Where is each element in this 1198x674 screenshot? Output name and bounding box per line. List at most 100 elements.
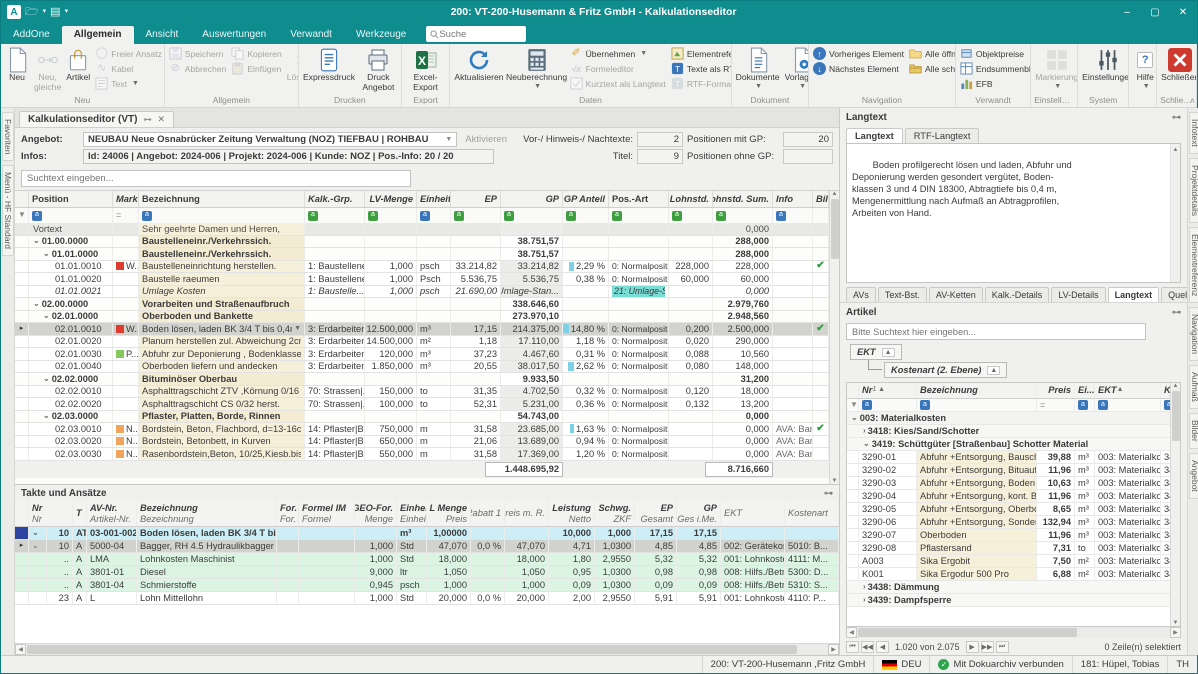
cell-gp[interactable]: 4.467,60 [501, 348, 563, 360]
takte-row[interactable]: ..ALMALohnkosten Maschinist1,000Std18,00… [15, 553, 839, 566]
takte-cell-ekt[interactable]: 002: Gerätekosten [721, 540, 785, 552]
cell-mark[interactable] [113, 386, 139, 398]
cell-info[interactable] [773, 348, 813, 360]
filter-icon[interactable]: a [862, 400, 872, 410]
takte-cell-ep[interactable]: 0,98 [635, 566, 677, 578]
cell-ep[interactable] [451, 411, 501, 423]
cell-kalk-grp[interactable]: 1: Baustelle... [305, 286, 365, 298]
cell-lv-menge[interactable]: 100,000 [365, 398, 417, 410]
cell-position[interactable]: 01.01.0021 [29, 286, 113, 298]
cell-bezeichnung[interactable]: Baustelle raeumen [139, 273, 305, 285]
cell-lv-menge[interactable]: 120,000 [365, 348, 417, 360]
artikel-button[interactable]: Artikel [64, 46, 92, 84]
takte-column-einheit[interactable]: EinheitEinheit [397, 501, 427, 526]
artikel-cell-nr[interactable]: K001 [859, 568, 917, 580]
artikel-column-preis[interactable]: Preis [1037, 383, 1075, 398]
column-header-pos-art[interactable]: Pos.-Art [609, 191, 669, 207]
takte-cell-rab[interactable] [471, 579, 505, 591]
column-header-kalk-grp-[interactable]: Kalk.-Grp. [305, 191, 365, 207]
cell-lv-menge[interactable]: 550,000 [365, 448, 417, 460]
takte-cell-rab[interactable] [471, 566, 505, 578]
artikel-cell-bezeichnung[interactable]: Sika Ergodur 500 Pro [917, 568, 1037, 580]
takte-cell-zkf[interactable]: 2,9550 [595, 553, 635, 565]
cell-pos-art[interactable] [609, 248, 669, 260]
cell-lohnstd-sum[interactable]: 18,000 [713, 386, 773, 398]
takte-cell-pmr[interactable] [505, 527, 549, 539]
filter-icon[interactable]: a [368, 211, 378, 221]
takte-cell-einh[interactable]: ltr [397, 566, 427, 578]
cell-ep[interactable] [451, 223, 501, 235]
takte-cell-netto[interactable]: 1,80 [549, 553, 595, 565]
cell-info[interactable] [773, 411, 813, 423]
cell-pos-art[interactable]: 0: Normalposition [609, 398, 669, 410]
close-tab-icon[interactable]: ✕ [157, 114, 165, 125]
cell-ep[interactable]: 21.690,00 [451, 286, 501, 298]
cell-position[interactable]: ⌄02.00.0000 [29, 298, 113, 310]
cell-kalk-grp[interactable] [305, 236, 365, 248]
cell-lohnstd-sum[interactable]: 228,000 [713, 261, 773, 273]
dock-tab-bilder[interactable]: Bilder [1189, 413, 1198, 449]
cell-pos-art[interactable] [609, 223, 669, 235]
cell-lohnstd[interactable]: 0,088 [669, 348, 713, 360]
filter-icon[interactable]: a [920, 400, 930, 410]
cell-ep[interactable]: 21,06 [451, 436, 501, 448]
dock-tab-favoriten[interactable]: Favoriten [2, 112, 14, 161]
takte-cell-menge[interactable]: 9,000 [355, 566, 397, 578]
takte-column-leistung[interactable]: LeistungNetto [549, 501, 595, 526]
cell-bezeichnung[interactable]: Abfuhr zur Deponierung , Bodenklassen 3 … [139, 348, 305, 360]
cell-pos-art[interactable]: 0: Normalposition [609, 436, 669, 448]
app-logo-icon[interactable]: A [7, 5, 21, 19]
takte-cell-zkf[interactable]: 1,0300 [595, 540, 635, 552]
column-header-info[interactable]: Info [773, 191, 813, 207]
position-row[interactable]: VortextSehr geehrte Damen und Herren,0,0… [15, 223, 829, 236]
takte-cell-bez[interactable]: Diesel [137, 566, 277, 578]
cell-gp-anteil[interactable]: 1,63 % [563, 423, 609, 435]
cell-lohnstd-sum[interactable]: 10,560 [713, 348, 773, 360]
titel-value-field[interactable]: 9 [637, 149, 683, 164]
cell-kalk-grp[interactable]: 3: Erdarbeiten [305, 323, 365, 335]
artikel-cell-einheit[interactable]: m³ [1075, 451, 1095, 463]
filter-icon[interactable]: a [612, 211, 622, 221]
cell-pos-art[interactable] [609, 311, 669, 323]
cell-bezeichnung[interactable]: Baustelleneinrichtung herstellen. [139, 261, 305, 273]
cell-lv-menge[interactable] [365, 248, 417, 260]
cell-ep[interactable]: 31,35 [451, 386, 501, 398]
takte-cell-ka[interactable]: 5010: B... [785, 540, 839, 552]
cell-gp-anteil[interactable] [563, 373, 609, 385]
cell-info[interactable] [773, 386, 813, 398]
takte-cell-preis[interactable]: 1,000 [427, 579, 471, 591]
cell-bilder[interactable] [813, 236, 829, 248]
takte-cell-av[interactable]: 3801-01 [87, 566, 137, 578]
cell-gp-anteil[interactable]: 0,36 % [563, 398, 609, 410]
cell-lohnstd-sum[interactable]: 148,000 [713, 361, 773, 373]
cell-position[interactable]: 02.02.0020 [29, 398, 113, 410]
dock-tab-angebot[interactable]: Angebot [1189, 453, 1198, 499]
cell-ep[interactable] [451, 311, 501, 323]
cell-einheit[interactable]: to [417, 386, 451, 398]
takte-cell-zkf[interactable]: 1,0300 [595, 579, 635, 591]
ribbon-tab-addone[interactable]: AddOne [1, 26, 62, 44]
takte-row[interactable]: ..A3801-04Schmierstoffe0,945psch1,0001,0… [15, 579, 839, 592]
cell-bilder[interactable] [813, 361, 829, 373]
cell-einheit[interactable]: m [417, 423, 451, 435]
takte-cell-nr[interactable]: 23 [47, 592, 73, 604]
pager-first-button[interactable]: ⏮ [846, 641, 859, 653]
maximize-button[interactable]: ▢ [1141, 1, 1169, 23]
position-row[interactable]: 01.01.0021Umlage Kosten1: Baustelle...1,… [15, 286, 829, 299]
cell-bilder[interactable] [813, 411, 829, 423]
cell-bilder[interactable] [813, 336, 829, 348]
takte-column-for-[interactable]: For.For. [277, 501, 299, 526]
cell-lohnstd[interactable] [669, 311, 713, 323]
takte-cell-t[interactable]: A [73, 579, 87, 591]
cell-bezeichnung[interactable]: Rasenbordstein,Beton, 10/25,Kiesb.bis10m [139, 448, 305, 460]
cell-bezeichnung[interactable]: Oberboden und Bankette [139, 311, 305, 323]
artikel-cell-ekt[interactable]: 003: Materialkosten [1095, 555, 1161, 567]
pin-icon[interactable]: ⊶ [1172, 112, 1181, 123]
artikel-cell-bezeichnung[interactable]: Pflastersand [917, 542, 1037, 554]
pager-next-button[interactable]: ▶ [966, 641, 979, 653]
cell-kalk-grp[interactable] [305, 223, 365, 235]
cell-lv-menge[interactable]: 14.500,000 [365, 336, 417, 348]
cell-bezeichnung[interactable]: Boden lösen, laden BK 3/4 T bis 0,4m▼ [139, 323, 305, 335]
takte-cell-for[interactable] [277, 592, 299, 604]
cell-einheit[interactable]: m² [417, 336, 451, 348]
